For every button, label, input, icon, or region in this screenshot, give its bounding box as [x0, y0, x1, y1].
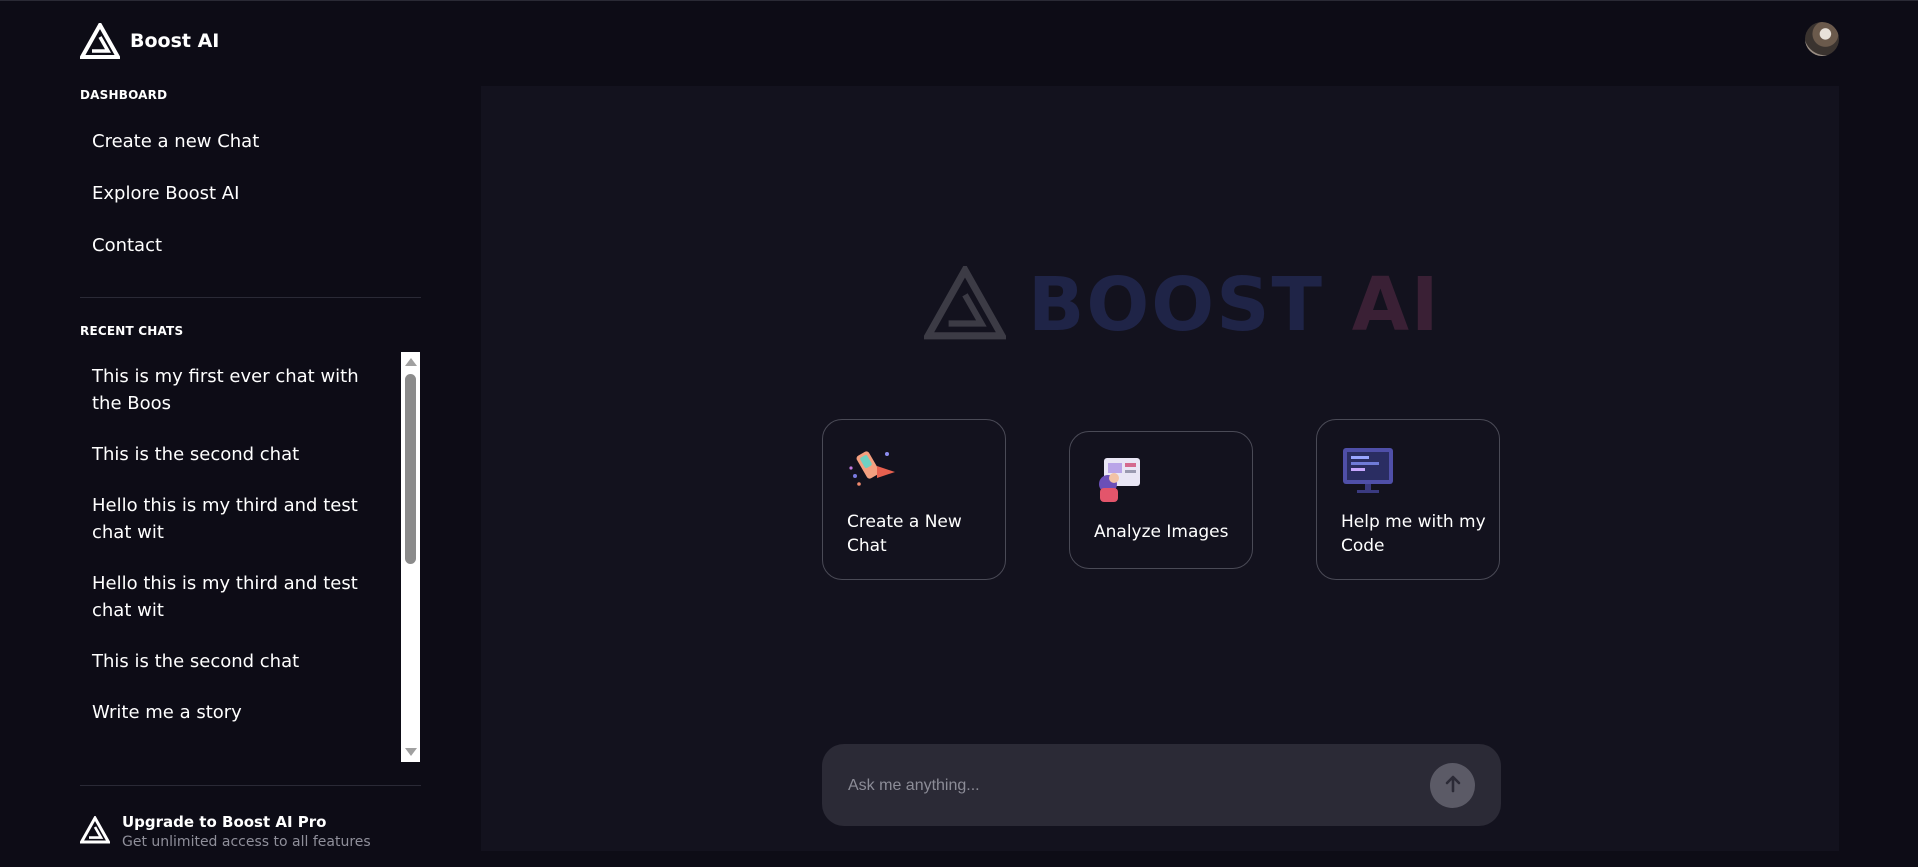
recent-chat-item[interactable]: This is the second chat: [80, 429, 400, 480]
user-avatar[interactable]: [1805, 22, 1839, 56]
app-title: Boost AI: [130, 30, 220, 52]
app-logo[interactable]: Boost AI: [80, 23, 219, 59]
sidebar-item-contact[interactable]: Contact: [92, 235, 162, 256]
recent-chat-item[interactable]: Hello this is my third and test chat wit: [80, 558, 400, 636]
rocket-icon: [847, 446, 899, 494]
card-label: Help me with my Code: [1341, 512, 1486, 556]
recent-chat-item[interactable]: Write me a story: [80, 687, 400, 738]
upgrade-subtitle: Get unlimited access to all features: [122, 834, 371, 850]
recent-chat-item[interactable]: Hello this is my third and test chat wit: [80, 480, 400, 558]
send-button[interactable]: [1430, 763, 1475, 808]
arrow-up-icon: [1442, 773, 1464, 799]
card-help-code[interactable]: Help me with my Code: [1316, 419, 1500, 580]
card-analyze-images[interactable]: Analyze Images: [1069, 431, 1253, 569]
recent-chats-list[interactable]: This is my first ever chat with the Boos…: [80, 351, 400, 761]
brand-word-boost: BOOST: [1028, 262, 1324, 348]
triangle-logo-icon: [78, 814, 112, 848]
brand-word-ai: AI: [1351, 262, 1441, 348]
chat-input-container: [822, 744, 1501, 826]
dashboard-section-title: DASHBOARD: [80, 88, 168, 102]
recent-chat-item[interactable]: This is the second chat: [80, 636, 400, 687]
recent-chats-scrollbar[interactable]: [401, 352, 420, 762]
triangle-logo-icon: [921, 262, 1009, 344]
triangle-logo-icon: [80, 23, 120, 59]
recent-chat-item[interactable]: This is my first ever chat with the Boos: [80, 351, 400, 429]
recent-chats-title: RECENT CHATS: [80, 324, 184, 338]
scrollbar-thumb[interactable]: [405, 374, 416, 564]
scroll-up-arrow-icon[interactable]: [405, 358, 417, 366]
card-label: Analyze Images: [1094, 522, 1229, 542]
brand-watermark: BOOST AI: [921, 262, 1441, 344]
card-label: Create a New Chat: [847, 512, 962, 556]
code-monitor-icon: [1341, 446, 1395, 498]
scroll-down-arrow-icon[interactable]: [405, 748, 417, 756]
card-create-new-chat[interactable]: Create a New Chat: [822, 419, 1006, 580]
upgrade-pro-banner[interactable]: Upgrade to Boost AI Pro Get unlimited ac…: [78, 813, 371, 850]
chat-input[interactable]: [846, 768, 1410, 804]
sidebar-divider: [80, 297, 421, 298]
sidebar-divider-bottom: [80, 785, 421, 786]
upgrade-title: Upgrade to Boost AI Pro: [122, 813, 327, 831]
image-analysis-icon: [1094, 456, 1146, 508]
sidebar-item-create-chat[interactable]: Create a new Chat: [92, 131, 259, 152]
sidebar-item-explore[interactable]: Explore Boost AI: [92, 183, 239, 204]
